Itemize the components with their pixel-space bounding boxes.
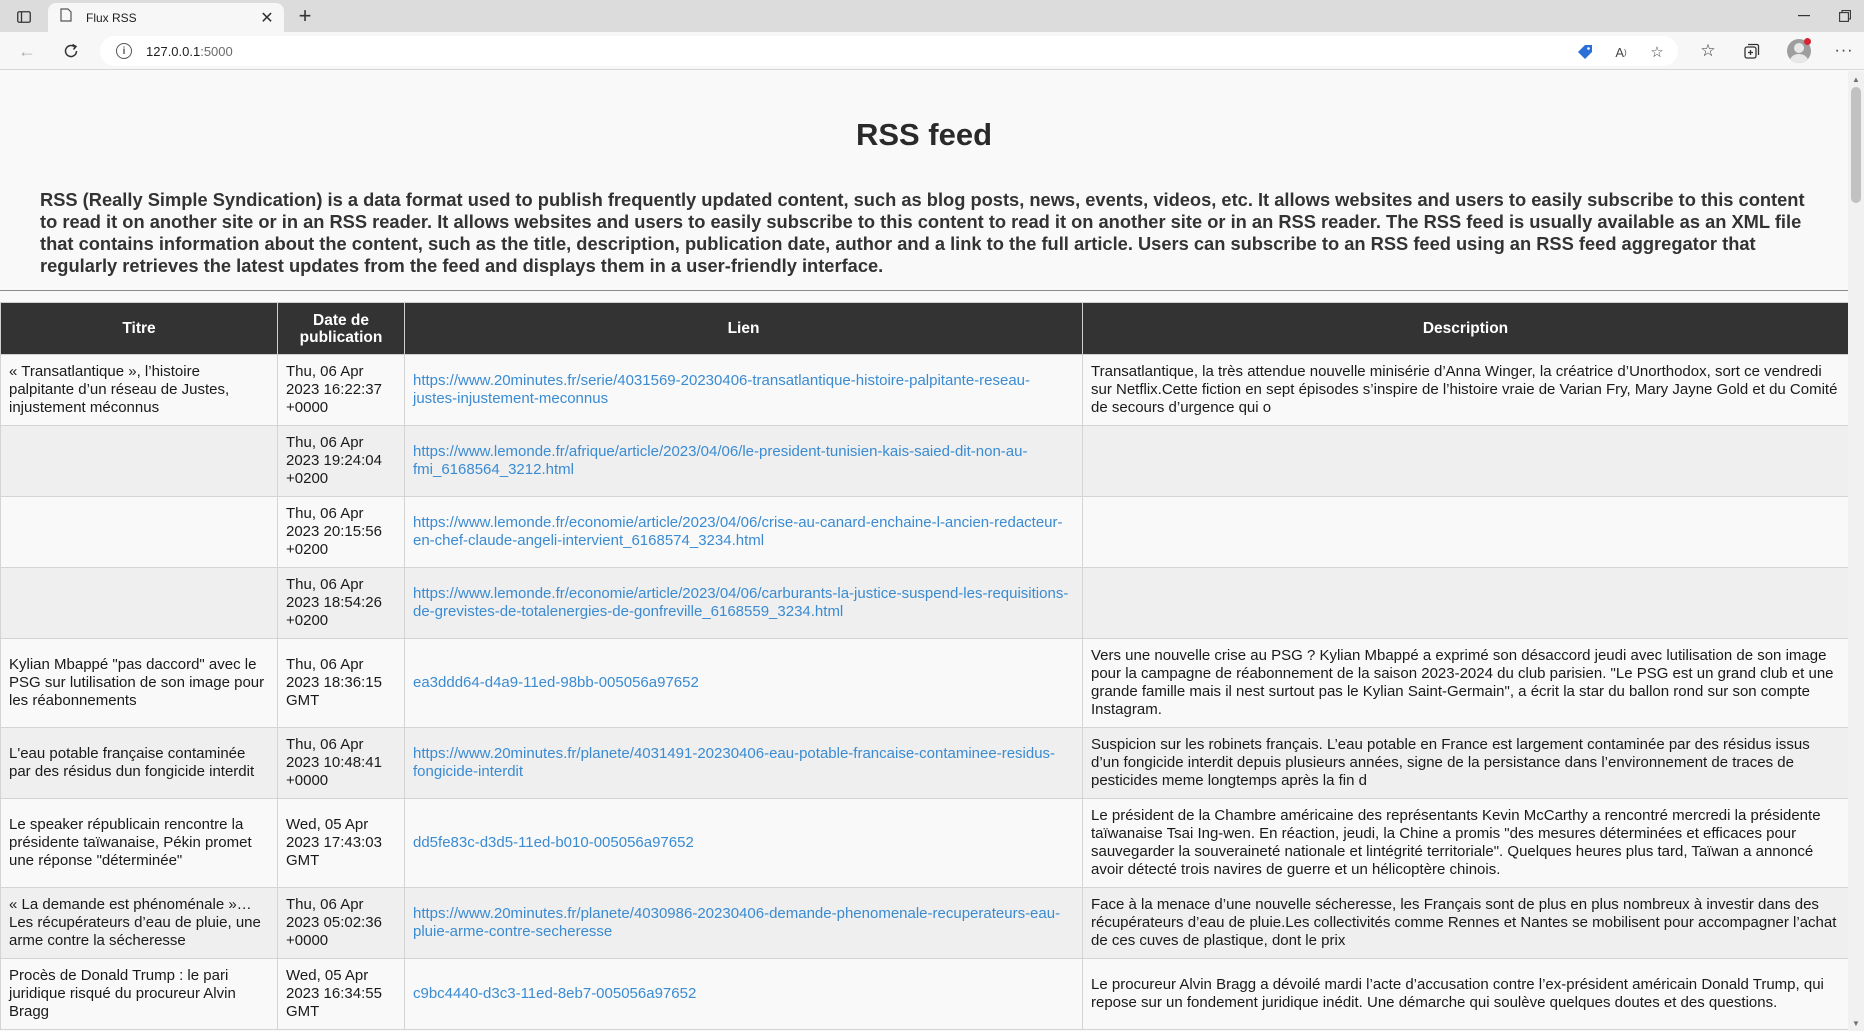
cell-link: https://www.20minutes.fr/planete/4031491… <box>404 727 1083 799</box>
cell-link: dd5fe83c-d3d5-11ed-b010-005056a97652 <box>404 798 1083 888</box>
notification-dot <box>1804 38 1811 45</box>
cell-description: Suspicion sur les robinets français. L’e… <box>1082 727 1848 799</box>
column-header-description: Description <box>1082 302 1848 355</box>
intro-paragraph: RSS (Really Simple Syndication) is a dat… <box>40 189 1805 276</box>
article-link[interactable]: https://www.lemonde.fr/afrique/article/2… <box>413 443 1027 478</box>
table-row: Thu, 06 Apr 2023 18:54:26 +0200 https://… <box>0 567 1848 639</box>
cell-date: Wed, 05 Apr 2023 16:34:55 GMT <box>277 958 405 1030</box>
cell-description: Vers une nouvelle crise au PSG ? Kylian … <box>1082 638 1848 728</box>
divider <box>0 290 1848 291</box>
cell-title <box>0 567 278 639</box>
cell-link: ea3ddd64-d4a9-11ed-98bb-005056a97652 <box>404 638 1083 728</box>
scroll-down-arrow-icon[interactable]: ▼ <box>1848 1017 1864 1029</box>
cell-title <box>0 425 278 497</box>
cell-link: https://www.20minutes.fr/planete/4030986… <box>404 887 1083 959</box>
cell-link: https://www.lemonde.fr/economie/article/… <box>404 496 1083 568</box>
cell-date: Thu, 06 Apr 2023 20:15:56 +0200 <box>277 496 405 568</box>
column-header-link: Lien <box>404 302 1083 355</box>
column-header-date: Date de publication <box>277 302 405 355</box>
table-row: Kylian Mbappé "pas daccord" avec le PSG … <box>0 638 1848 728</box>
cell-title: Kylian Mbappé "pas daccord" avec le PSG … <box>0 638 278 728</box>
scroll-thumb[interactable] <box>1851 87 1861 203</box>
cell-title: « Transatlantique », l’histoire palpitan… <box>0 354 278 426</box>
cell-description: Le procureur Alvin Bragg a dévoilé mardi… <box>1082 958 1848 1030</box>
cell-date: Thu, 06 Apr 2023 18:36:15 GMT <box>277 638 405 728</box>
cell-description <box>1082 567 1848 639</box>
table-row: L'eau potable française contaminée par d… <box>0 727 1848 799</box>
cell-title: Le speaker républicain rencontre la prés… <box>0 798 278 888</box>
price-tag-icon[interactable] <box>1576 43 1594 61</box>
article-link[interactable]: https://www.20minutes.fr/serie/4031569-2… <box>413 372 1030 407</box>
close-tab-icon[interactable]: ✕ <box>256 7 278 29</box>
url-host: 127.0.0.1 <box>146 43 201 59</box>
cell-date: Thu, 06 Apr 2023 10:48:41 +0000 <box>277 727 405 799</box>
page-title: RSS feed <box>855 117 993 152</box>
page-viewport: RSS feed RSS (Really Simple Syndication)… <box>0 71 1848 1031</box>
add-favorite-icon[interactable]: ☆ <box>1648 43 1666 61</box>
table-row: Le speaker républicain rencontre la prés… <box>0 798 1848 888</box>
article-link[interactable]: https://www.lemonde.fr/economie/article/… <box>413 514 1063 549</box>
back-arrow-icon[interactable]: ← <box>12 37 42 65</box>
cell-title <box>0 496 278 568</box>
cell-link: https://www.20minutes.fr/serie/4031569-2… <box>404 354 1083 426</box>
url-text: 127.0.0.1:5000 <box>146 44 233 59</box>
table-row: « Transatlantique », l’histoire palpitan… <box>0 354 1848 426</box>
collections-icon[interactable] <box>1737 37 1767 65</box>
cell-description: Face à la menace d’une nouvelle sécheres… <box>1082 887 1848 959</box>
article-link[interactable]: dd5fe83c-d3d5-11ed-b010-005056a97652 <box>413 834 694 851</box>
tab-title: Flux RSS <box>86 10 137 25</box>
active-tab[interactable]: Flux RSS ✕ <box>48 3 284 32</box>
cell-description: Le président de la Chambre américaine de… <box>1082 798 1848 888</box>
url-input[interactable]: i 127.0.0.1:5000 A) ☆ <box>100 36 1678 66</box>
cell-description <box>1082 496 1848 568</box>
cell-title: « La demande est phénoménale »… Les récu… <box>0 887 278 959</box>
cell-date: Thu, 06 Apr 2023 19:24:04 +0200 <box>277 425 405 497</box>
site-info-icon[interactable]: i <box>116 43 132 59</box>
favorites-icon[interactable]: ☆ <box>1693 37 1723 65</box>
scroll-up-arrow-icon[interactable]: ▲ <box>1848 73 1864 85</box>
restore-icon[interactable] <box>1826 0 1864 32</box>
page-icon <box>60 8 72 27</box>
article-link[interactable]: https://www.20minutes.fr/planete/4030986… <box>413 905 1060 940</box>
cell-date: Thu, 06 Apr 2023 18:54:26 +0200 <box>277 567 405 639</box>
tab-strip: Flux RSS ✕ + <box>0 0 1864 32</box>
cell-date: Thu, 06 Apr 2023 16:22:37 +0000 <box>277 354 405 426</box>
url-port: :5000 <box>200 43 233 59</box>
cell-description: Transatlantique, la très attendue nouvel… <box>1082 354 1848 426</box>
table-row: Procès de Donald Trump : le pari juridiq… <box>0 958 1848 1030</box>
rss-table: Titre Date de publication Lien Descripti… <box>0 302 1848 1030</box>
reload-icon[interactable] <box>56 37 86 65</box>
cell-title: L'eau potable française contaminée par d… <box>0 727 278 799</box>
article-link[interactable]: ea3ddd64-d4a9-11ed-98bb-005056a97652 <box>413 674 699 691</box>
cell-date: Thu, 06 Apr 2023 05:02:36 +0000 <box>277 887 405 959</box>
cell-link: c9bc4440-d3c3-11ed-8eb7-005056a97652 <box>404 958 1083 1030</box>
article-link[interactable]: https://www.lemonde.fr/economie/article/… <box>413 585 1068 620</box>
cell-description <box>1082 425 1848 497</box>
address-bar: ← i 127.0.0.1:5000 A) ☆ ☆ ··· <box>0 32 1864 70</box>
new-tab-icon[interactable]: + <box>292 3 318 28</box>
column-header-title: Titre <box>0 302 278 355</box>
table-header-row: Titre Date de publication Lien Descripti… <box>0 302 1848 355</box>
table-row: Thu, 06 Apr 2023 19:24:04 +0200 https://… <box>0 425 1848 497</box>
table-row: Thu, 06 Apr 2023 20:15:56 +0200 https://… <box>0 496 1848 568</box>
tab-actions-icon[interactable] <box>10 6 38 28</box>
article-link[interactable]: https://www.20minutes.fr/planete/4031491… <box>413 745 1055 780</box>
cell-title: Procès de Donald Trump : le pari juridiq… <box>0 958 278 1030</box>
table-row: « La demande est phénoménale »… Les récu… <box>0 887 1848 959</box>
article-link[interactable]: c9bc4440-d3c3-11ed-8eb7-005056a97652 <box>413 985 696 1002</box>
minimize-icon[interactable] <box>1782 0 1826 32</box>
cell-link: https://www.lemonde.fr/afrique/article/2… <box>404 425 1083 497</box>
vertical-scrollbar[interactable]: ▲ ▼ <box>1848 71 1864 1031</box>
cell-link: https://www.lemonde.fr/economie/article/… <box>404 567 1083 639</box>
read-aloud-icon[interactable]: A) <box>1612 43 1630 61</box>
cell-date: Wed, 05 Apr 2023 17:43:03 GMT <box>277 798 405 888</box>
more-menu-icon[interactable]: ··· <box>1829 37 1859 65</box>
